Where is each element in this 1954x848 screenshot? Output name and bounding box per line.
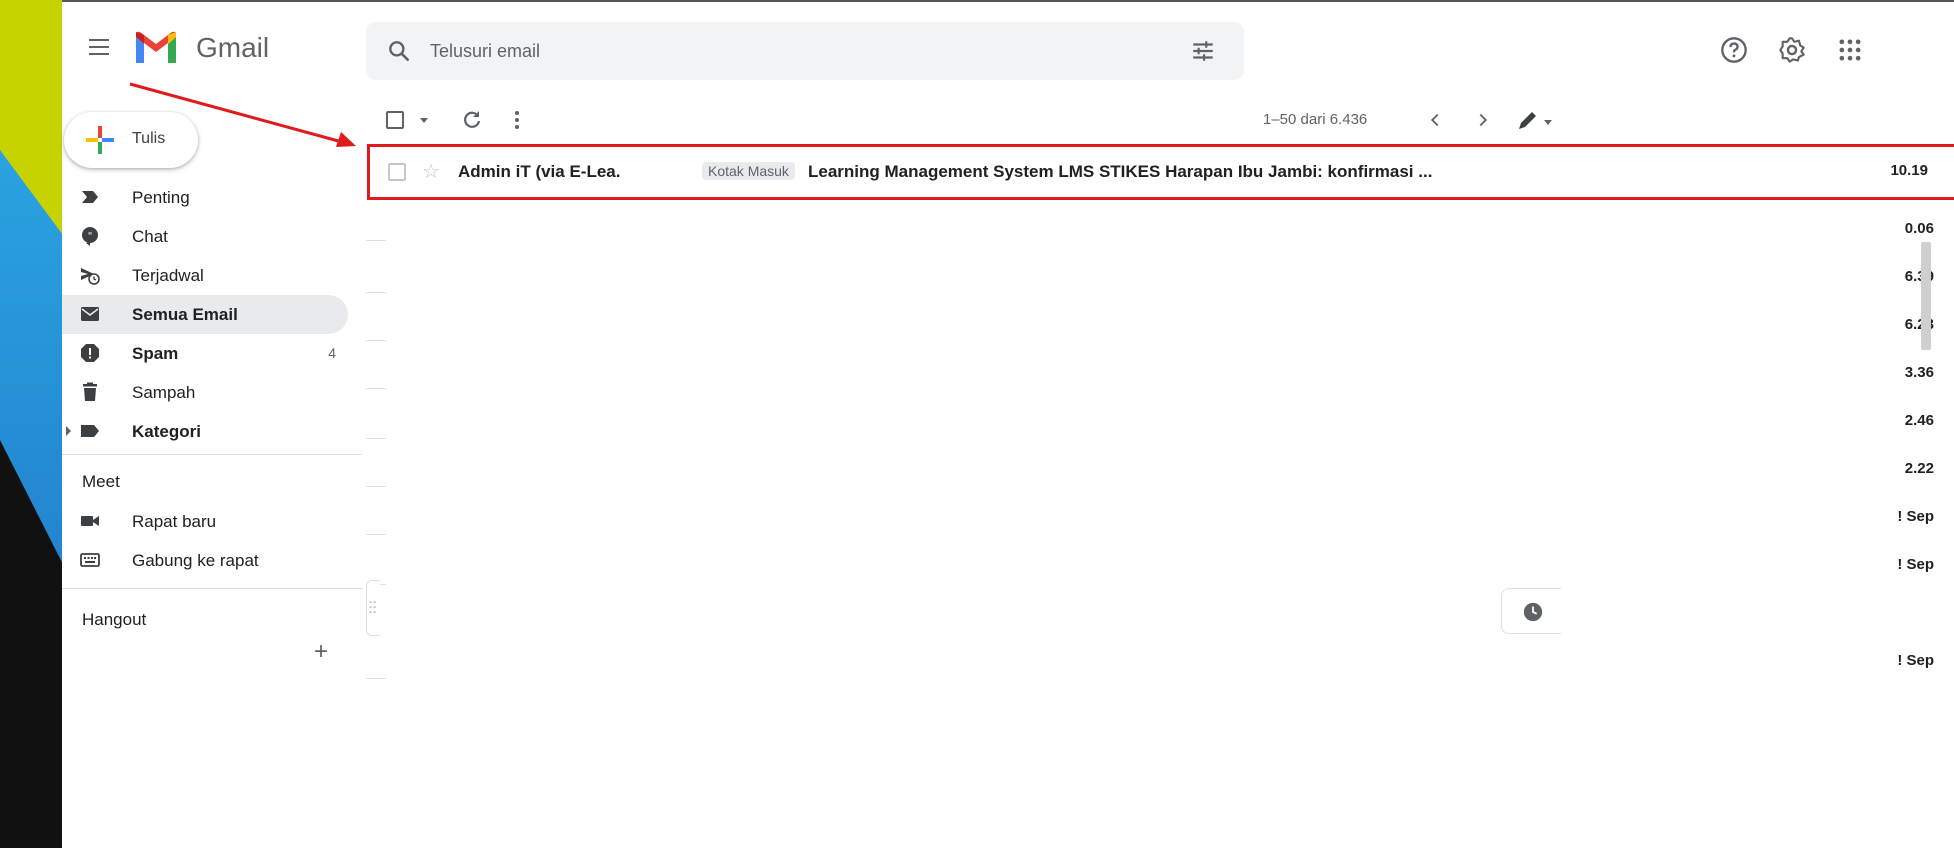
input-tools-dropdown-icon[interactable]	[1544, 120, 1552, 125]
sidebar-item-semua-email[interactable]: Semua Email	[62, 295, 348, 334]
pagination-text: 1–50 dari 6.436	[1263, 111, 1368, 128]
app-title[interactable]: Gmail	[196, 32, 269, 64]
row-divider	[366, 438, 386, 439]
meet-section-title: Meet	[82, 472, 120, 491]
sidebar-item-rapat-baru[interactable]: Rapat baru	[62, 502, 348, 541]
mail-time: ! Sep	[1897, 508, 1934, 525]
scrollbar[interactable]	[1921, 242, 1931, 350]
more-options-icon[interactable]	[510, 108, 524, 132]
spam-icon	[81, 344, 99, 362]
snooze-panel[interactable]	[1501, 588, 1561, 634]
scheduled-send-icon	[81, 268, 100, 285]
spam-count-badge: 4	[328, 345, 336, 361]
header: Gmail	[62, 2, 1954, 94]
gmail-logo-icon[interactable]	[134, 30, 178, 66]
compose-label: Tulis	[132, 130, 166, 147]
mail-time: ! Sep	[1897, 556, 1934, 573]
trash-icon	[83, 382, 97, 401]
keyboard-icon	[80, 553, 100, 567]
sidebar-divider	[62, 588, 362, 589]
chevron-right-icon[interactable]	[1472, 108, 1494, 132]
row-divider	[366, 486, 386, 487]
mail-time: ! Sep	[1897, 652, 1934, 669]
mail-subject: Learning Management System LMS STIKES Ha…	[808, 162, 1433, 181]
search-icon[interactable]	[386, 38, 412, 64]
mail-time: 0.06	[1904, 220, 1934, 237]
sidebar-item-kategori[interactable]: Kategori	[62, 412, 348, 451]
sidebar-item-label: Sampah	[132, 383, 196, 402]
row-divider	[366, 240, 386, 241]
apps-grid-icon[interactable]	[1836, 36, 1864, 64]
svg-text:": "	[88, 231, 93, 242]
row-divider	[366, 340, 386, 341]
row-divider	[366, 388, 386, 389]
drag-handle[interactable]	[366, 580, 380, 636]
clock-icon[interactable]	[1522, 601, 1544, 623]
video-camera-icon	[81, 516, 99, 526]
settings-gear-icon[interactable]	[1778, 36, 1806, 64]
sidebar-item-chat[interactable]: " Chat	[62, 217, 348, 256]
pencil-icon[interactable]	[1516, 108, 1540, 132]
select-all-checkbox[interactable]	[386, 111, 404, 129]
mail-time: 10.19	[1890, 162, 1928, 179]
gmail-app: Gmail Telusuri email Tulis Penting " Cha…	[62, 0, 1954, 848]
sidebar-item-label: Rapat baru	[132, 512, 217, 531]
sidebar-item-gabung-ke-rapat[interactable]: Gabung ke rapat	[62, 541, 348, 580]
mail-time: 2.46	[1900, 412, 1934, 429]
sidebar-nav: Penting " Chat Terjadwal Semua Email Spa…	[62, 178, 362, 451]
sidebar-item-sampah[interactable]: Sampah	[62, 373, 348, 412]
search-options-icon[interactable]	[1190, 38, 1216, 64]
mail-time: 2.22	[1900, 460, 1934, 477]
chevron-left-icon[interactable]	[1424, 108, 1446, 132]
mail-toolbar: 1–50 dari 6.436	[366, 102, 1954, 142]
sidebar-item-label: Kategori	[132, 422, 201, 441]
row-divider	[366, 678, 386, 679]
sidebar-item-terjadwal[interactable]: Terjadwal	[62, 256, 348, 295]
compose-button[interactable]: Tulis	[64, 112, 198, 168]
select-dropdown-icon[interactable]	[420, 118, 428, 123]
all-mail-icon	[81, 307, 99, 321]
label-icon	[81, 425, 99, 437]
plus-icon	[86, 126, 114, 154]
search-input[interactable]	[430, 32, 1150, 70]
search-bar[interactable]	[366, 22, 1244, 80]
label-important-icon	[82, 191, 98, 203]
hangout-section-title: Hangout	[82, 610, 147, 629]
refresh-icon[interactable]	[460, 108, 484, 132]
main-menu-icon[interactable]	[82, 34, 116, 64]
mail-row-checkbox[interactable]	[388, 163, 406, 181]
row-divider	[366, 534, 386, 535]
mail-list: ☆ Admin iT (via E-Lea. Kotak Masuk Learn…	[366, 146, 1954, 848]
meet-nav: Rapat baru Gabung ke rapat	[62, 502, 362, 580]
sidebar-item-label: Spam	[132, 344, 179, 363]
sidebar-item-spam[interactable]: Spam 4	[62, 334, 348, 373]
help-icon[interactable]	[1720, 36, 1748, 64]
sidebar-item-label: Gabung ke rapat	[132, 551, 259, 570]
sidebar-item-penting[interactable]: Penting	[62, 178, 348, 217]
sidebar-divider	[62, 454, 362, 455]
add-hangout-icon[interactable]: +	[314, 638, 328, 666]
row-divider	[366, 292, 386, 293]
mail-label-chip[interactable]: Kotak Masuk	[702, 162, 795, 180]
mail-row[interactable]: ☆ Admin iT (via E-Lea. Kotak Masuk Learn…	[366, 146, 1954, 198]
star-icon[interactable]: ☆	[422, 159, 440, 184]
mail-time: 3.36	[1900, 364, 1934, 381]
sidebar-item-label: Semua Email	[132, 305, 238, 324]
sidebar-item-label: Terjadwal	[132, 266, 204, 285]
sidebar-item-label: Chat	[132, 227, 168, 246]
mail-sender: Admin iT (via E-Lea.	[458, 162, 621, 181]
expand-arrow-icon[interactable]	[66, 426, 71, 436]
sidebar-item-label: Penting	[132, 188, 190, 207]
chat-icon: "	[82, 227, 98, 246]
drag-dots-icon	[369, 601, 376, 614]
